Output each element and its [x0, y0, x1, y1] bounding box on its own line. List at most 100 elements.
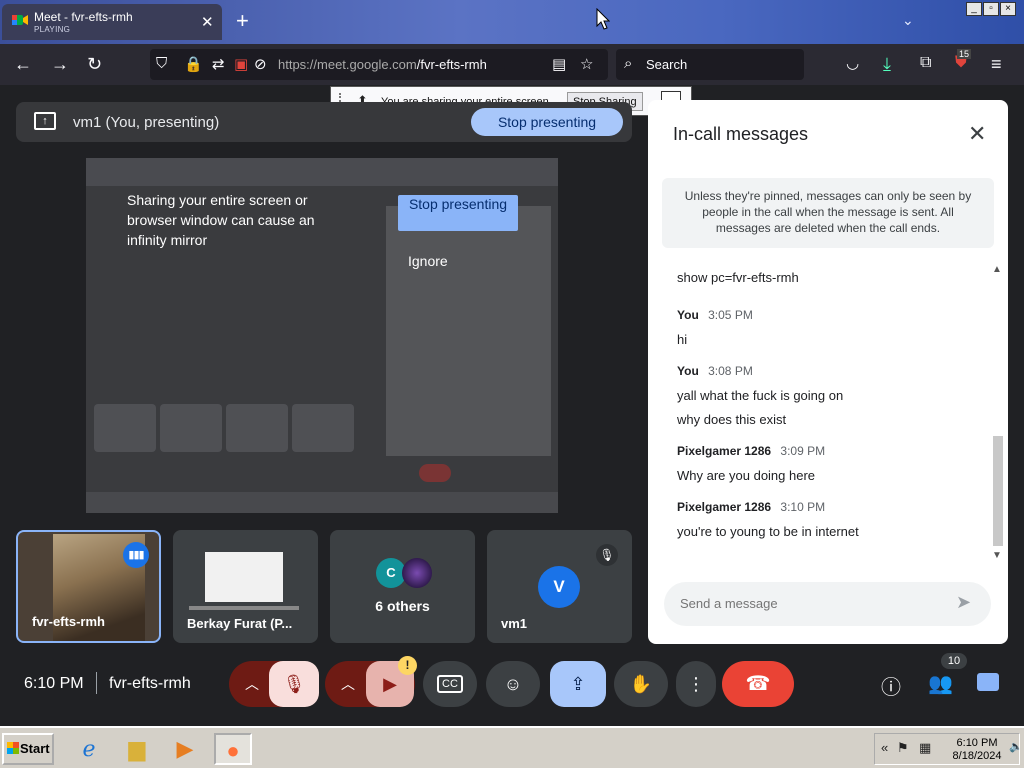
reader-view-icon[interactable]: ▤ — [552, 55, 566, 73]
divider — [96, 672, 97, 694]
chat-icon[interactable] — [977, 673, 999, 691]
message-text: why does this exist — [677, 412, 787, 427]
media-player-icon[interactable]: ▶ — [166, 733, 204, 765]
tray-expand-icon[interactable]: « — [881, 740, 888, 755]
send-icon[interactable]: ➤ — [956, 592, 971, 613]
in-call-messages-panel: In-call messages ✕ Unless they're pinned… — [648, 100, 1008, 644]
camera-warning-icon[interactable]: ! — [398, 656, 417, 675]
participant-tile-berkay[interactable]: Berkay Furat (P... — [173, 530, 318, 643]
mirror-chat-panel — [386, 206, 551, 456]
message-sender: Pixelgamer 1286 — [677, 444, 772, 458]
message-text: Why are you doing here — [677, 468, 816, 483]
reload-icon[interactable]: ↻ — [87, 54, 102, 75]
microphone-toggle-button[interactable]: 🎙 — [269, 661, 319, 707]
start-button[interactable]: Start — [2, 733, 54, 765]
message-sender: You — [677, 364, 699, 378]
message-header: You 3:05 PM — [677, 308, 977, 328]
mouse-cursor-icon — [596, 8, 610, 30]
speaker-icon[interactable]: 🔈 — [1009, 740, 1023, 753]
tray-date: 8/18/2024 — [952, 750, 1002, 762]
participant-tile-vm1[interactable]: 🎙 V vm1 — [487, 530, 632, 643]
camera-off-icon: ▶ — [383, 674, 397, 694]
firefox-taskbar-icon[interactable]: ● — [214, 733, 252, 765]
raise-hand-button[interactable]: ✋ — [614, 661, 668, 707]
forward-arrow-icon[interactable]: → — [51, 54, 69, 75]
people-count-badge: 10 — [941, 653, 967, 669]
participant-tile-self[interactable]: ▮▮▮ fvr-efts-rmh — [16, 530, 161, 643]
send-message-input[interactable] — [680, 596, 930, 611]
action-center-flag-icon[interactable]: ⚑ — [897, 740, 909, 756]
present-now-button[interactable]: ⇪ — [550, 661, 606, 707]
system-tray: « ⚑ ▦ 6:10 PM 8/18/2024 🔈 — [874, 733, 1023, 765]
tray-clock[interactable]: 6:10 PM 8/18/2024 — [949, 737, 1005, 763]
windows-taskbar: Start ℯ ▆ ▶ ● « ⚑ ▦ 6:10 PM 8/18/2024 🔈 — [0, 726, 1024, 768]
message-text: hi — [677, 332, 688, 347]
message-list: show pc=fvr-efts-rmh You 3:05 PM hi You … — [677, 270, 977, 544]
present-screen-icon: ⇪ — [570, 674, 586, 694]
search-placeholder: Search — [646, 57, 688, 72]
permissions-icon[interactable]: ⇄ — [212, 55, 225, 73]
close-icon[interactable]: ✕ — [968, 121, 986, 147]
mirror-stop-presenting-button[interactable]: Stop presenting — [398, 195, 518, 231]
panel-title: In-call messages — [673, 124, 809, 144]
reactions-button[interactable]: ☺ — [486, 661, 540, 707]
tab-playing-status: PLAYING — [34, 25, 71, 34]
window-minimize-button[interactable]: _ — [966, 2, 982, 16]
hamburger-menu-icon[interactable]: ≡ — [991, 54, 1002, 75]
message-time: 3:10 PM — [780, 500, 826, 514]
browser-tab-meet[interactable]: Meet - fvr-efts-rmh PLAYING ✕ — [2, 4, 222, 40]
meet-favicon-icon — [12, 15, 28, 25]
start-label: Start — [20, 741, 50, 756]
internet-explorer-icon[interactable]: ℯ — [70, 733, 108, 765]
windows-logo-icon — [7, 742, 19, 754]
message-header: Pixelgamer 1286 3:09 PM — [677, 444, 977, 464]
participant-name: vm1 — [501, 616, 528, 631]
search-box[interactable]: ⌕ Search — [616, 49, 804, 80]
mirror-hangup — [419, 464, 451, 482]
extensions-icon[interactable]: ⧉ — [920, 54, 931, 72]
message-text: show pc=fvr-efts-rmh — [677, 270, 799, 285]
scroll-thumb[interactable] — [993, 436, 1003, 546]
scroll-up-icon[interactable]: ▲ — [992, 264, 1002, 275]
people-icon[interactable]: 👥 — [928, 671, 953, 696]
more-options-button[interactable]: ⋮ — [676, 661, 716, 707]
extension-badge: 15 — [957, 49, 972, 59]
chevron-up-icon: ︿ — [341, 676, 355, 692]
new-tab-plus-icon[interactable]: + — [236, 8, 249, 34]
emoji-icon: ☺ — [503, 674, 523, 694]
lock-icon[interactable]: 🔒 — [184, 55, 203, 73]
screen-share-indicator-icon[interactable]: ▣ — [234, 55, 248, 73]
messages-scrollbar[interactable]: ▲ ▼ — [991, 264, 1005, 566]
back-arrow-icon[interactable]: ← — [14, 54, 32, 75]
downloads-icon[interactable]: ⤓ — [883, 54, 891, 75]
file-explorer-icon[interactable]: ▆ — [118, 733, 156, 765]
message-text: yall what the fuck is going on — [677, 388, 844, 403]
pocket-icon[interactable]: ◡ — [846, 54, 859, 72]
participant-tile-others[interactable]: C 6 others — [330, 530, 475, 643]
message-composer: ➤ — [664, 582, 991, 626]
leave-call-button[interactable]: ☎ — [722, 661, 794, 707]
network-icon[interactable]: ▦ — [919, 740, 931, 756]
scroll-down-icon[interactable]: ▼ — [992, 550, 1002, 561]
participant-name: Berkay Furat (P... — [187, 616, 293, 631]
message-sender: Pixelgamer 1286 — [677, 500, 772, 514]
message-sender: You — [677, 308, 699, 322]
mirror-ignore-button[interactable]: Ignore — [408, 253, 448, 269]
window-close-button[interactable]: × — [1000, 2, 1016, 16]
list-tabs-chevron-icon[interactable]: ⌄ — [902, 12, 914, 29]
stop-presenting-button[interactable]: Stop presenting — [471, 108, 623, 136]
tab-close-icon[interactable]: ✕ — [201, 13, 214, 31]
window-maximize-button[interactable]: ▫ — [983, 2, 999, 16]
pinned-messages-note: Unless they're pinned, messages can only… — [662, 178, 994, 248]
meeting-clock: 6:10 PM — [24, 675, 84, 692]
camera-blocked-icon[interactable]: ⊘ — [254, 55, 267, 73]
window-controls: _ ▫ × — [966, 2, 1016, 16]
meeting-info-icon[interactable]: ⓘ — [881, 671, 901, 700]
captions-icon: CC — [437, 675, 463, 693]
presenting-label: vm1 (You, presenting) — [73, 114, 220, 131]
captions-button[interactable]: CC — [423, 661, 477, 707]
url-bar[interactable]: ⛉ 🔒 ⇄ ▣ ⊘ https://meet.google.com/fvr-ef… — [150, 49, 608, 80]
tracking-shield-icon[interactable]: ⛉ — [156, 55, 167, 72]
bookmark-star-icon[interactable]: ☆ — [580, 55, 593, 73]
avatar — [402, 558, 432, 588]
